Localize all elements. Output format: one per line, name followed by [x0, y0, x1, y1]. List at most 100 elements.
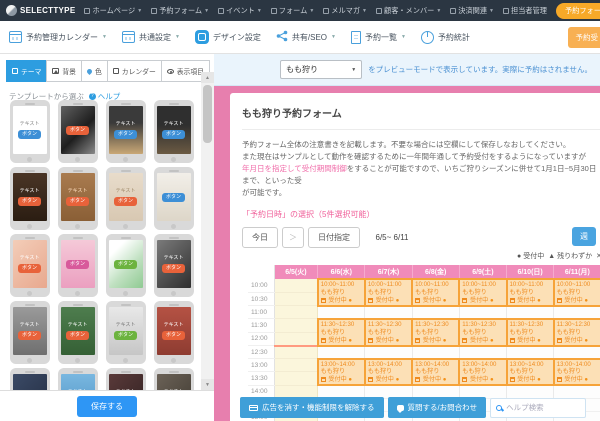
calendar-icon [9, 31, 22, 43]
week-view-button[interactable]: 週 [572, 227, 596, 246]
slot-content: 10:00~11:00もも狩り 受付中 ● [508, 280, 553, 305]
time-slot-13:00~14:00-6/7(木)[interactable]: 13:00~14:00もも狩り 受付中 ● [365, 359, 412, 386]
template-thumbnail-20[interactable]: テキストボタン [154, 368, 194, 390]
time-slot-10:00~11:00-6/6(水)[interactable]: 10:00~11:00もも狩り 受付中 ● [318, 279, 365, 306]
day-header-6/8(金): 6/8(金) [412, 265, 459, 279]
template-thumbnail-19[interactable]: テキストボタン [106, 368, 146, 390]
empty-cell[interactable] [459, 346, 506, 359]
tab-背景[interactable]: 背景 [46, 60, 82, 82]
empty-cell[interactable] [365, 306, 412, 319]
template-thumbnail-18[interactable]: テキストボタン [58, 368, 98, 390]
toolbar-item-3[interactable]: 共有/SEO▼ [276, 30, 336, 44]
time-slot-11:30~12:30-6/7(木)[interactable]: 11:30~12:30もも狩り 受付中 ● [365, 319, 412, 346]
toolbar-item-0[interactable]: 予約管理カレンダー▼ [9, 31, 107, 43]
period-control-link[interactable]: 年月日を指定して受付期間制御 [242, 164, 347, 173]
tab-色[interactable]: 色 [81, 60, 108, 82]
toolbar-item-label: 予約一覧 [365, 32, 397, 43]
template-thumbnail-9[interactable]: テキストボタン [10, 234, 50, 297]
template-thumbnail-1[interactable]: テキストボタン [10, 100, 50, 163]
nav-item-7[interactable]: 担当者管理 [503, 6, 547, 16]
scrollbar-thumb[interactable] [203, 85, 212, 143]
time-slot-10:00~11:00-6/10(日)[interactable]: 10:00~11:00もも狩り 受付中 ● [507, 279, 554, 306]
time-slot-10:00~11:00-6/7(木)[interactable]: 10:00~11:00もも狩り 受付中 ● [365, 279, 412, 306]
time-slot-11:30~12:30-6/6(水)[interactable]: 11:30~12:30もも狩り 受付中 ● [318, 319, 365, 346]
help-search-input[interactable] [506, 403, 578, 412]
selecttype-logo[interactable]: SELECTTYPE [6, 5, 75, 16]
template-screen: ボタン [13, 374, 47, 390]
empty-cell[interactable] [318, 346, 365, 359]
template-thumbnail-5[interactable]: テキストボタン [10, 167, 50, 230]
empty-cell[interactable] [365, 346, 412, 359]
search-icon[interactable] [496, 405, 502, 411]
nav-item-2[interactable]: イベント▼ [218, 6, 262, 16]
nav-item-5[interactable]: 顧客・メンバー▼ [376, 6, 441, 16]
toolbar-item-2[interactable]: デザイン設定 [195, 30, 261, 44]
slot-status: 受付中 ● [462, 297, 505, 305]
time-slot-11:30~12:30-6/11(月)[interactable]: 11:30~12:30もも狩り 受付中 ● [554, 319, 600, 346]
slot-time-range: 10:00~11:00 [415, 281, 458, 289]
empty-cell[interactable] [412, 306, 459, 319]
open-dot-icon: ● [348, 376, 352, 383]
preview-form-select[interactable]: もも狩り ▼ [280, 60, 362, 79]
template-thumbnail-6[interactable]: テキストボタン [58, 167, 98, 230]
today-button[interactable]: 今日 [242, 227, 278, 248]
empty-cell[interactable] [507, 306, 554, 319]
template-thumbnail-16[interactable]: テキストボタン [154, 301, 194, 364]
template-thumbnail-3[interactable]: テキストボタン [106, 100, 146, 163]
contact-button[interactable]: 質問する/お問合わせ [388, 397, 487, 418]
time-slot-11:30~12:30-6/10(日)[interactable]: 11:30~12:30もも狩り 受付中 ● [507, 319, 554, 346]
empty-cell[interactable] [318, 306, 365, 319]
empty-cell[interactable] [554, 306, 600, 319]
nav-item-6[interactable]: 決済関連▼ [450, 6, 494, 16]
time-slot-10:00~11:00-6/8(金)[interactable]: 10:00~11:00もも狩り 受付中 ● [412, 279, 459, 306]
reservation-status-button[interactable]: 予約受 [568, 27, 600, 48]
template-button-label: ボタン [162, 264, 185, 273]
toolbar-item-5[interactable]: 予約統計 [421, 31, 470, 44]
nav-item-1[interactable]: 予約フォーム▼ [151, 6, 209, 16]
nav-item-4[interactable]: メルマガ▼ [323, 6, 367, 16]
tab-カレンダー[interactable]: カレンダー [107, 60, 162, 82]
template-thumbnail-10[interactable]: ボタン [58, 234, 98, 297]
scrollbar-up-arrow-icon[interactable]: ▲ [201, 72, 214, 83]
date-picker-button[interactable]: 日付指定 [308, 227, 360, 248]
template-button-label: ボタン [114, 331, 137, 340]
template-thumbnail-15[interactable]: テキストボタン [106, 301, 146, 364]
show-reservation-form-button[interactable]: 予約フォームを表示 ▼ [556, 3, 600, 19]
time-slot-13:00~14:00-6/8(金)[interactable]: 13:00~14:00もも狩り 受付中 ● [412, 359, 459, 386]
time-slot-13:00~14:00-6/10(日)[interactable]: 13:00~14:00もも狩り 受付中 ● [507, 359, 554, 386]
toolbar-item-1[interactable]: 共通設定▼ [122, 31, 180, 43]
time-slot-10:00~11:00-6/11(月)[interactable]: 10:00~11:00もも狩り 受付中 ● [554, 279, 600, 306]
template-thumbnail-11[interactable]: ボタン [106, 234, 146, 297]
nav-item-0[interactable]: ホームページ▼ [84, 6, 142, 16]
tab-テーマ[interactable]: テーマ [6, 60, 47, 82]
empty-cell[interactable] [507, 346, 554, 359]
nav-item-3[interactable]: フォーム▼ [271, 6, 315, 16]
empty-cell[interactable] [554, 346, 600, 359]
template-thumbnail-7[interactable]: テキストボタン [106, 167, 146, 230]
toolbar-item-4[interactable]: 予約一覧▼ [351, 31, 406, 44]
sidebar-scrollbar[interactable]: ▲ ▼ [201, 72, 214, 390]
template-screen: テキストボタン [109, 374, 143, 390]
remove-ads-button[interactable]: 広告を消す・機能制限を解除する [240, 397, 384, 418]
template-thumbnail-13[interactable]: テキストボタン [10, 301, 50, 364]
template-thumbnail-14[interactable]: テキストボタン [58, 301, 98, 364]
template-thumbnail-4[interactable]: テキストボタン [154, 100, 194, 163]
empty-cell[interactable] [459, 306, 506, 319]
next-week-button[interactable]: ＞ [282, 227, 304, 248]
scrollbar-down-arrow-icon[interactable]: ▼ [201, 379, 214, 390]
closed-day-cell [274, 292, 318, 305]
empty-cell[interactable] [412, 346, 459, 359]
time-slot-11:30~12:30-6/8(金)[interactable]: 11:30~12:30もも狩り 受付中 ● [412, 319, 459, 346]
template-thumbnail-2[interactable]: ボタン [58, 100, 98, 163]
time-slot-13:00~14:00-6/11(月)[interactable]: 13:00~14:00もも狩り 受付中 ● [554, 359, 600, 386]
save-button[interactable]: 保存する [77, 396, 137, 417]
time-slot-13:00~14:00-6/9(土)[interactable]: 13:00~14:00もも狩り 受付中 ● [459, 359, 506, 386]
time-slot-11:30~12:30-6/9(土)[interactable]: 11:30~12:30もも狩り 受付中 ● [459, 319, 506, 346]
time-slot-13:00~14:00-6/6(水)[interactable]: 13:00~14:00もも狩り 受付中 ● [318, 359, 365, 386]
time-slot-10:00~11:00-6/9(土)[interactable]: 10:00~11:00もも狩り 受付中 ● [459, 279, 506, 306]
template-thumbnail-8[interactable]: ボタン [154, 167, 194, 230]
slot-name: もも狩り [557, 329, 600, 337]
template-thumbnail-12[interactable]: テキストボタン [154, 234, 194, 297]
template-thumbnail-17[interactable]: ボタン [10, 368, 50, 390]
slot-content: 13:00~14:00もも狩り 受付中 ● [413, 360, 458, 385]
